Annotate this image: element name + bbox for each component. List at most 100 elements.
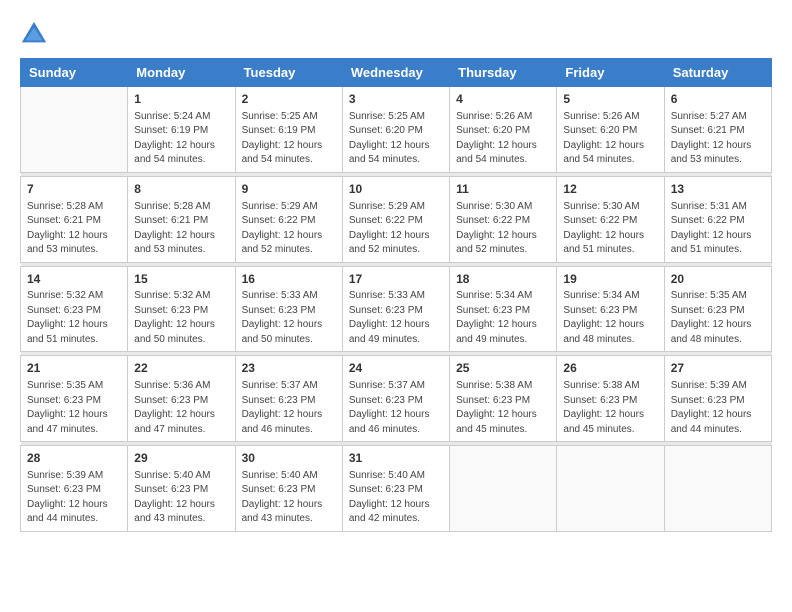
page-header <box>20 20 772 48</box>
week-row-3: 14Sunrise: 5:32 AMSunset: 6:23 PMDayligh… <box>21 266 772 352</box>
day-number: 28 <box>27 450 121 467</box>
day-info: Sunrise: 5:33 AMSunset: 6:23 PMDaylight:… <box>242 289 336 347</box>
day-number: 21 <box>27 360 121 377</box>
day-info: Sunrise: 5:40 AMSunset: 6:23 PMDaylight:… <box>242 469 336 527</box>
day-number: 15 <box>134 271 228 288</box>
day-info: Sunrise: 5:25 AMSunset: 6:20 PMDaylight:… <box>349 110 443 168</box>
day-number: 6 <box>671 91 765 108</box>
day-number: 3 <box>349 91 443 108</box>
weekday-header-wednesday: Wednesday <box>342 59 449 87</box>
day-info: Sunrise: 5:37 AMSunset: 6:23 PMDaylight:… <box>242 379 336 437</box>
day-cell: 18Sunrise: 5:34 AMSunset: 6:23 PMDayligh… <box>450 266 557 352</box>
day-info: Sunrise: 5:26 AMSunset: 6:20 PMDaylight:… <box>563 110 657 168</box>
day-info: Sunrise: 5:29 AMSunset: 6:22 PMDaylight:… <box>349 200 443 258</box>
day-info: Sunrise: 5:27 AMSunset: 6:21 PMDaylight:… <box>671 110 765 168</box>
day-info: Sunrise: 5:35 AMSunset: 6:23 PMDaylight:… <box>671 289 765 347</box>
calendar-table: SundayMondayTuesdayWednesdayThursdayFrid… <box>20 58 772 532</box>
day-cell: 15Sunrise: 5:32 AMSunset: 6:23 PMDayligh… <box>128 266 235 352</box>
day-info: Sunrise: 5:31 AMSunset: 6:22 PMDaylight:… <box>671 200 765 258</box>
day-cell: 7 Sunrise: 5:28 AMSunset: 6:21 PMDaylight… <box>21 176 128 262</box>
day-cell: 24 Sunrise: 5:37 AMSunset: 6:23 PMDayligh… <box>342 356 449 442</box>
day-cell: 22 Sunrise: 5:36 AMSunset: 6:23 PMDayligh… <box>128 356 235 442</box>
logo <box>20 20 52 48</box>
day-number: 24 <box>349 360 443 377</box>
weekday-header-friday: Friday <box>557 59 664 87</box>
day-cell: 2 Sunrise: 5:25 AMSunset: 6:19 PMDaylight… <box>235 87 342 173</box>
day-number: 10 <box>349 181 443 198</box>
day-cell: 23Sunrise: 5:37 AMSunset: 6:23 PMDayligh… <box>235 356 342 442</box>
day-number: 31 <box>349 450 443 467</box>
weekday-header-saturday: Saturday <box>664 59 771 87</box>
day-info: Sunrise: 5:38 AMSunset: 6:23 PMDaylight:… <box>563 379 657 437</box>
day-cell: 19Sunrise: 5:34 AMSunset: 6:23 PMDayligh… <box>557 266 664 352</box>
day-cell: 16Sunrise: 5:33 AMSunset: 6:23 PMDayligh… <box>235 266 342 352</box>
day-cell: 31Sunrise: 5:40 AMSunset: 6:23 PMDayligh… <box>342 446 449 532</box>
day-number: 12 <box>563 181 657 198</box>
day-number: 25 <box>456 360 550 377</box>
day-cell: 11 Sunrise: 5:30 AMSunset: 6:22 PMDayligh… <box>450 176 557 262</box>
day-cell <box>557 446 664 532</box>
day-cell: 3 Sunrise: 5:25 AMSunset: 6:20 PMDaylight… <box>342 87 449 173</box>
day-info: Sunrise: 5:36 AMSunset: 6:23 PMDaylight:… <box>134 379 228 437</box>
day-info: Sunrise: 5:38 AMSunset: 6:23 PMDaylight:… <box>456 379 550 437</box>
day-cell: 4Sunrise: 5:26 AMSunset: 6:20 PMDaylight… <box>450 87 557 173</box>
day-info: Sunrise: 5:30 AMSunset: 6:22 PMDaylight:… <box>456 200 550 258</box>
day-number: 20 <box>671 271 765 288</box>
day-info: Sunrise: 5:39 AMSunset: 6:23 PMDaylight:… <box>27 469 121 527</box>
day-info: Sunrise: 5:39 AMSunset: 6:23 PMDaylight:… <box>671 379 765 437</box>
day-cell <box>450 446 557 532</box>
day-number: 26 <box>563 360 657 377</box>
day-number: 5 <box>563 91 657 108</box>
day-info: Sunrise: 5:25 AMSunset: 6:19 PMDaylight:… <box>242 110 336 168</box>
day-cell <box>21 87 128 173</box>
weekday-header-row: SundayMondayTuesdayWednesdayThursdayFrid… <box>21 59 772 87</box>
day-cell: 1 Sunrise: 5:24 AMSunset: 6:19 PMDaylight… <box>128 87 235 173</box>
day-cell: 17Sunrise: 5:33 AMSunset: 6:23 PMDayligh… <box>342 266 449 352</box>
day-info: Sunrise: 5:33 AMSunset: 6:23 PMDaylight:… <box>349 289 443 347</box>
day-info: Sunrise: 5:24 AMSunset: 6:19 PMDaylight:… <box>134 110 228 168</box>
week-row-2: 7 Sunrise: 5:28 AMSunset: 6:21 PMDaylight… <box>21 176 772 262</box>
day-number: 8 <box>134 181 228 198</box>
day-cell: 10 Sunrise: 5:29 AMSunset: 6:22 PMDayligh… <box>342 176 449 262</box>
day-info: Sunrise: 5:35 AMSunset: 6:23 PMDaylight:… <box>27 379 121 437</box>
day-cell: 9 Sunrise: 5:29 AMSunset: 6:22 PMDaylight… <box>235 176 342 262</box>
day-cell: 13Sunrise: 5:31 AMSunset: 6:22 PMDayligh… <box>664 176 771 262</box>
day-cell: 21 Sunrise: 5:35 AMSunset: 6:23 PMDayligh… <box>21 356 128 442</box>
day-cell: 8 Sunrise: 5:28 AMSunset: 6:21 PMDaylight… <box>128 176 235 262</box>
day-number: 2 <box>242 91 336 108</box>
day-number: 7 <box>27 181 121 198</box>
day-cell: 28 Sunrise: 5:39 AMSunset: 6:23 PMDayligh… <box>21 446 128 532</box>
day-number: 22 <box>134 360 228 377</box>
day-number: 18 <box>456 271 550 288</box>
day-cell: 20Sunrise: 5:35 AMSunset: 6:23 PMDayligh… <box>664 266 771 352</box>
day-info: Sunrise: 5:37 AMSunset: 6:23 PMDaylight:… <box>349 379 443 437</box>
week-row-1: 1 Sunrise: 5:24 AMSunset: 6:19 PMDaylight… <box>21 87 772 173</box>
day-info: Sunrise: 5:29 AMSunset: 6:22 PMDaylight:… <box>242 200 336 258</box>
day-cell: 29 Sunrise: 5:40 AMSunset: 6:23 PMDayligh… <box>128 446 235 532</box>
day-number: 4 <box>456 91 550 108</box>
day-cell: 5 Sunrise: 5:26 AMSunset: 6:20 PMDaylight… <box>557 87 664 173</box>
day-info: Sunrise: 5:32 AMSunset: 6:23 PMDaylight:… <box>27 289 121 347</box>
weekday-header-tuesday: Tuesday <box>235 59 342 87</box>
day-cell: 27 Sunrise: 5:39 AMSunset: 6:23 PMDayligh… <box>664 356 771 442</box>
day-number: 9 <box>242 181 336 198</box>
day-number: 30 <box>242 450 336 467</box>
day-info: Sunrise: 5:28 AMSunset: 6:21 PMDaylight:… <box>134 200 228 258</box>
day-number: 1 <box>134 91 228 108</box>
logo-icon <box>20 20 48 48</box>
day-number: 27 <box>671 360 765 377</box>
day-info: Sunrise: 5:28 AMSunset: 6:21 PMDaylight:… <box>27 200 121 258</box>
day-cell: 26 Sunrise: 5:38 AMSunset: 6:23 PMDayligh… <box>557 356 664 442</box>
day-number: 16 <box>242 271 336 288</box>
day-cell: 6 Sunrise: 5:27 AMSunset: 6:21 PMDaylight… <box>664 87 771 173</box>
day-info: Sunrise: 5:30 AMSunset: 6:22 PMDaylight:… <box>563 200 657 258</box>
day-number: 11 <box>456 181 550 198</box>
week-row-5: 28 Sunrise: 5:39 AMSunset: 6:23 PMDayligh… <box>21 446 772 532</box>
day-info: Sunrise: 5:40 AMSunset: 6:23 PMDaylight:… <box>134 469 228 527</box>
day-number: 17 <box>349 271 443 288</box>
weekday-header-monday: Monday <box>128 59 235 87</box>
day-number: 19 <box>563 271 657 288</box>
day-cell: 25 Sunrise: 5:38 AMSunset: 6:23 PMDayligh… <box>450 356 557 442</box>
day-number: 29 <box>134 450 228 467</box>
day-info: Sunrise: 5:32 AMSunset: 6:23 PMDaylight:… <box>134 289 228 347</box>
